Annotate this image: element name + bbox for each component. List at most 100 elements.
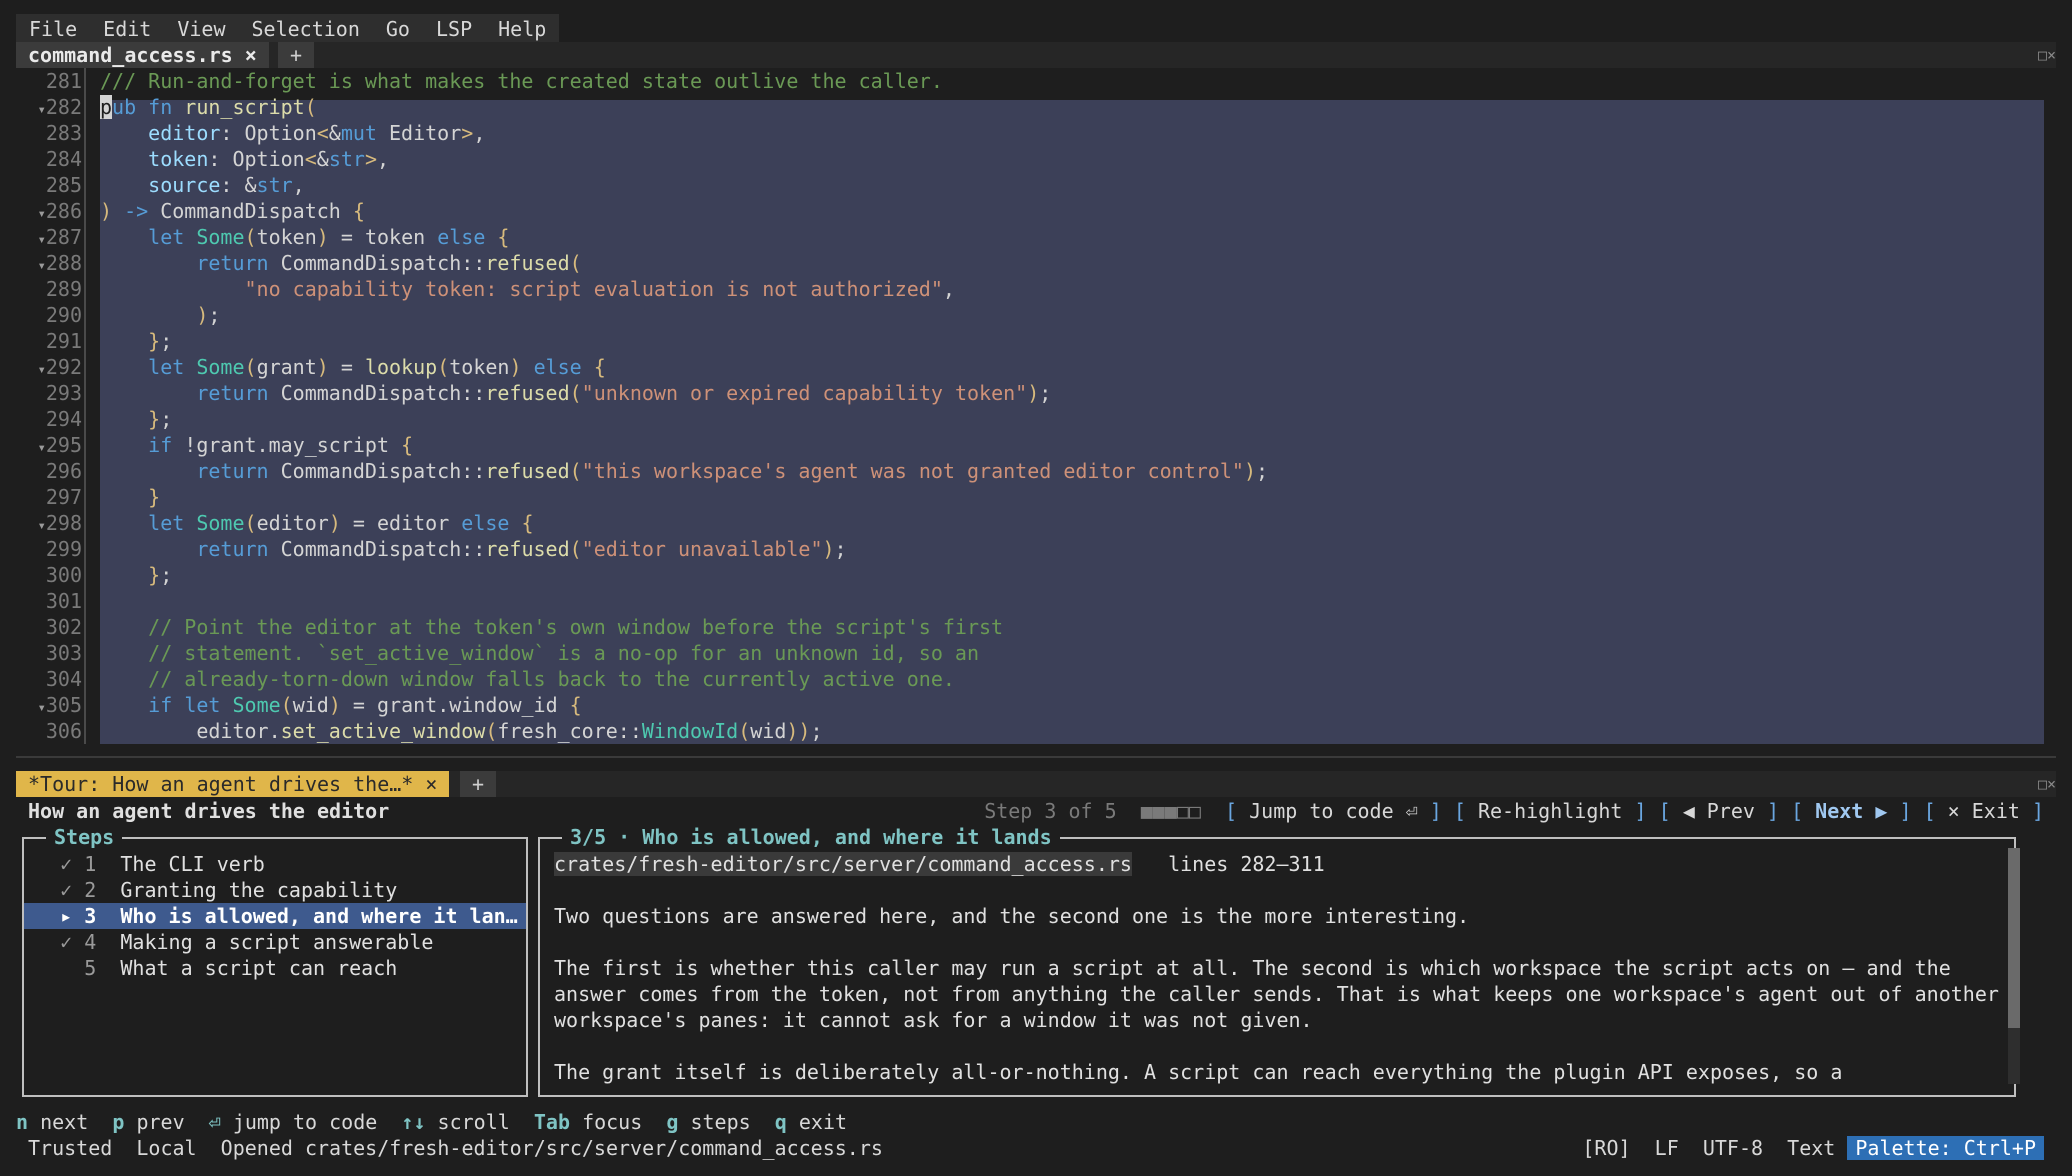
status-bar: Trusted Local Opened crates/fresh-editor…	[16, 1135, 2044, 1161]
line-number: 293	[45, 381, 82, 405]
current-step-icon: ▸	[60, 904, 73, 928]
code-line[interactable]: // already-torn-down window falls back t…	[100, 666, 955, 692]
gutter-divider	[84, 666, 86, 692]
fold-chevron-icon[interactable]: ▾	[37, 362, 45, 378]
detail-text-line: Two questions are answered here, and the…	[554, 904, 1470, 928]
new-tab-button[interactable]: +	[278, 42, 314, 68]
menu-file[interactable]: File	[16, 14, 90, 42]
language-mode[interactable]: Text	[1787, 1136, 1835, 1160]
menu-lsp[interactable]: LSP	[423, 14, 485, 42]
line-number: 283	[45, 121, 82, 145]
fold-chevron-icon[interactable]: ▾	[37, 440, 45, 456]
menu-help[interactable]: Help	[485, 14, 559, 42]
gutter-divider	[84, 250, 86, 276]
split-divider[interactable]	[16, 756, 2056, 758]
exit-button[interactable]: [ × Exit ]	[1924, 799, 2044, 823]
line-number: ▾287	[37, 225, 82, 249]
code-line[interactable]: return CommandDispatch::refused("editor …	[100, 536, 846, 562]
step-item-5[interactable]: 5 What a script can reach	[24, 955, 526, 981]
tab-command-access[interactable]: command_access.rs ×	[16, 42, 269, 68]
step-label: Granting the capability	[120, 878, 398, 902]
code-line[interactable]: if let Some(wid) = grant.window_id {	[100, 692, 582, 718]
step-item-2[interactable]: ✓ 2 Granting the capability	[24, 877, 526, 903]
hint-text: scroll	[437, 1110, 510, 1134]
maximize-close-icon[interactable]: □×	[2038, 46, 2056, 64]
fold-chevron-icon[interactable]: ▾	[37, 518, 45, 534]
fold-chevron-icon[interactable]: ▾	[37, 700, 45, 716]
menu-selection[interactable]: Selection	[239, 14, 373, 42]
code-line[interactable]: let Some(grant) = lookup(token) else {	[100, 354, 606, 380]
fold-chevron-icon[interactable]: ▾	[37, 232, 45, 248]
line-number: 299	[45, 537, 82, 561]
fold-chevron-icon[interactable]: ▾	[37, 102, 45, 118]
line-number: 301	[45, 589, 82, 613]
step-item-3[interactable]: ▸ 3 Who is allowed, and where it lan…	[24, 903, 526, 929]
code-line[interactable]: editor.set_active_window(fresh_core::Win…	[100, 718, 822, 744]
hint-text: steps	[690, 1110, 751, 1134]
code-line[interactable]: };	[100, 328, 172, 354]
menu-view[interactable]: View	[164, 14, 238, 42]
code-line[interactable]: "no capability token: script evaluation …	[100, 276, 955, 302]
jump-to-code-button[interactable]: [ Jump to code ⏎ ]	[1225, 799, 1442, 823]
code-line[interactable]: let Some(editor) = editor else {	[100, 510, 533, 536]
code-line[interactable]: editor: Option<&mut Editor>,	[100, 120, 485, 146]
line-number: ▾292	[37, 355, 82, 379]
tab-tour[interactable]: *Tour: How an agent drives the…* ×	[16, 771, 450, 797]
line-number: 291	[45, 329, 82, 353]
code-line[interactable]: source: &str,	[100, 172, 305, 198]
code-line[interactable]: }	[100, 484, 160, 510]
step-label: The CLI verb	[120, 852, 265, 876]
line-number: 285	[45, 173, 82, 197]
gutter-divider	[84, 146, 86, 172]
fold-chevron-icon[interactable]: ▾	[37, 258, 45, 274]
step-item-1[interactable]: ✓ 1 The CLI verb	[24, 851, 526, 877]
code-editor[interactable]: 281 /// Run-and-forget is what makes the …	[16, 68, 2044, 744]
line-ending[interactable]: LF	[1655, 1136, 1679, 1160]
new-tab-button-2[interactable]: +	[460, 771, 496, 797]
palette-button[interactable]: Palette: Ctrl+P	[1847, 1136, 2044, 1160]
line-number: 294	[45, 407, 82, 431]
prev-button[interactable]: [ ◀ Prev ]	[1659, 799, 1779, 823]
gutter-divider	[84, 432, 86, 458]
code-line[interactable]: // Point the editor at the token's own w…	[100, 614, 1003, 640]
step-item-4[interactable]: ✓ 4 Making a script answerable	[24, 929, 526, 955]
code-line[interactable]: let Some(token) = token else {	[100, 224, 509, 250]
scroll-thumb[interactable]	[2008, 848, 2020, 1028]
code-line[interactable]: );	[100, 302, 220, 328]
code-line[interactable]: return CommandDispatch::refused("this wo…	[100, 458, 1268, 484]
code-line[interactable]: /// Run-and-forget is what makes the cre…	[100, 68, 943, 94]
next-button[interactable]: [ Next ▶ ]	[1791, 799, 1911, 823]
code-line[interactable]: // statement. `set_active_window` is a n…	[100, 640, 979, 666]
hint-text: focus	[582, 1110, 643, 1134]
detail-text-line: The first is whether this caller may run…	[554, 956, 1951, 980]
code-line[interactable]: ) -> CommandDispatch {	[100, 198, 365, 224]
readonly-indicator[interactable]: [RO]	[1582, 1136, 1630, 1160]
menu-go[interactable]: Go	[373, 14, 423, 42]
encoding[interactable]: UTF-8	[1703, 1136, 1763, 1160]
step-detail-panel: 3/5 · Who is allowed, and where it lands…	[538, 824, 2016, 1097]
progress-indicator: ■■■□□	[1140, 799, 1201, 823]
maximize-close-icon-2[interactable]: □×	[2038, 775, 2056, 793]
code-line[interactable]: pub fn run_script(	[100, 94, 317, 120]
code-line[interactable]: return CommandDispatch::refused(	[100, 250, 581, 276]
rehighlight-button[interactable]: [ Re-highlight ]	[1454, 799, 1647, 823]
check-icon: ✓	[60, 930, 73, 954]
step-label: What a script can reach	[120, 956, 398, 980]
code-line[interactable]: return CommandDispatch::refused("unknown…	[100, 380, 1051, 406]
code-line[interactable]: token: Option<&str>,	[100, 146, 389, 172]
fold-chevron-icon[interactable]: ▾	[37, 206, 45, 222]
line-number: 296	[45, 459, 82, 483]
line-number: 302	[45, 615, 82, 639]
menu-edit[interactable]: Edit	[90, 14, 164, 42]
gutter-divider	[84, 380, 86, 406]
check-icon: ✓	[60, 878, 73, 902]
code-line[interactable]: };	[100, 562, 172, 588]
tour-controls: Step 3 of 5 ■■■□□ [ Jump to code ⏎ ] [ R…	[984, 797, 2044, 825]
code-line[interactable]: };	[100, 406, 172, 432]
detail-path[interactable]: crates/fresh-editor/src/server/command_a…	[554, 852, 1132, 876]
gutter-divider	[84, 640, 86, 666]
detail-scrollbar[interactable]	[2008, 848, 2020, 1084]
code-line[interactable]: if !grant.may_script {	[100, 432, 413, 458]
detail-location: crates/fresh-editor/src/server/command_a…	[554, 851, 1325, 877]
line-number: ▾286	[37, 199, 82, 223]
